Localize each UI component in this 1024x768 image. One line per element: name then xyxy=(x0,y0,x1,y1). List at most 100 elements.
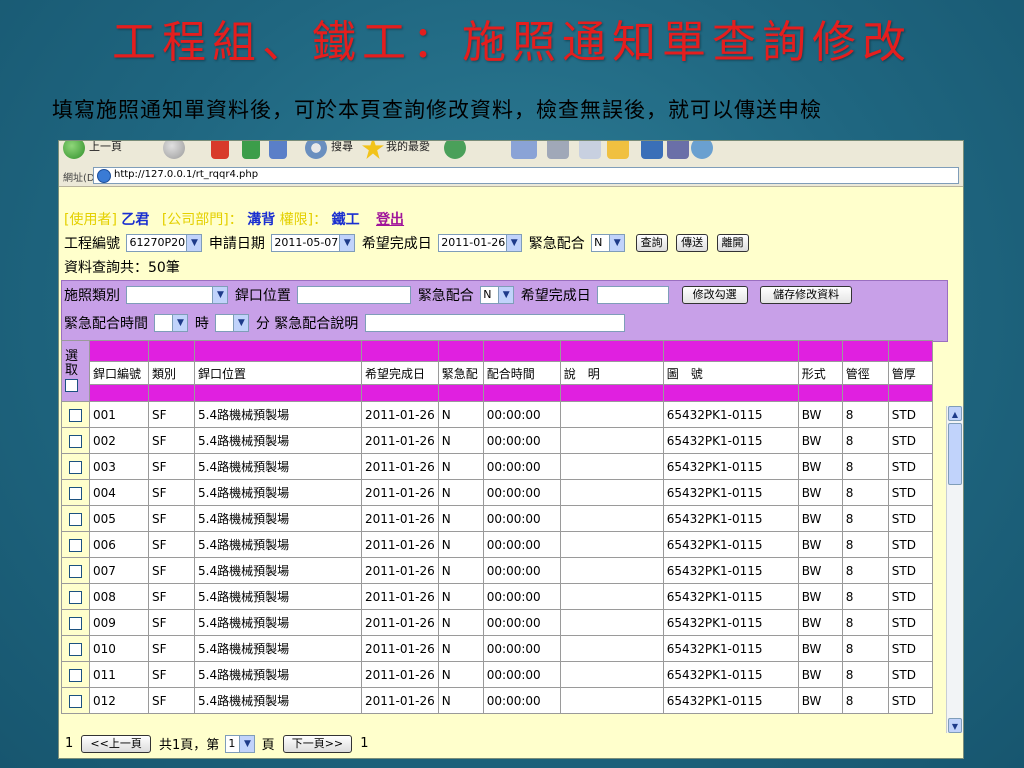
hour-select[interactable]: ▼ xyxy=(154,314,189,332)
row-checkbox[interactable] xyxy=(69,590,82,604)
vertical-scrollbar[interactable]: ▲ ▼ xyxy=(946,406,963,733)
table-cell: BW xyxy=(797,635,843,662)
table-row[interactable]: 009 SF 5.4路機械預製場 2011-01-26 N 00:00:00 65432PK… xyxy=(61,609,933,636)
urgent-note-input[interactable] xyxy=(364,314,625,332)
table-cell: SF xyxy=(148,453,195,480)
edit-icon[interactable] xyxy=(579,141,601,159)
table-cell xyxy=(559,401,664,428)
table-cell: 65432PK1-0115 xyxy=(662,531,799,558)
table-row[interactable]: 002 SF 5.4路機械預製場 2011-01-26 N 00:00:00 65432PK… xyxy=(61,427,933,454)
row-select-cell xyxy=(61,505,90,532)
table-cell: STD xyxy=(887,583,933,610)
row-checkbox[interactable] xyxy=(69,538,82,552)
modify-checked-button[interactable]: 修改勾選 xyxy=(681,286,748,304)
table-row[interactable]: 001 SF 5.4路機械預製場 2011-01-26 N 00:00:00 65432PK… xyxy=(61,401,933,428)
row-checkbox[interactable] xyxy=(69,616,82,630)
project-label: 工程編號 xyxy=(64,236,120,252)
urgent-select[interactable]: N ▼ xyxy=(591,234,626,252)
table-cell: 2011-01-26 xyxy=(361,557,439,584)
column-header: 管徑 xyxy=(841,361,889,385)
address-input[interactable]: http://127.0.0.1/rt_rqqr4.php xyxy=(93,167,959,184)
row-select-cell xyxy=(61,453,90,480)
apply-date-select[interactable]: 2011-05-07 ▼ xyxy=(271,234,356,252)
table-cell: 2011-01-26 xyxy=(361,479,439,506)
send-button[interactable]: 傳送 xyxy=(676,234,709,252)
table-cell: STD xyxy=(887,635,933,662)
folder-icon[interactable] xyxy=(607,141,629,159)
table-cell: BW xyxy=(797,687,843,714)
table-cell: N xyxy=(437,583,484,610)
select-all-checkbox[interactable] xyxy=(65,378,78,392)
column-header: 形式 xyxy=(797,361,843,385)
next-page-button[interactable]: 下一頁>> xyxy=(282,734,353,753)
table-cell xyxy=(559,479,664,506)
forward-icon[interactable] xyxy=(163,141,185,159)
leave-button[interactable]: 離開 xyxy=(716,234,749,252)
table-cell: 65432PK1-0115 xyxy=(662,635,799,662)
home-icon[interactable] xyxy=(269,141,287,159)
edit-hope-input[interactable] xyxy=(597,286,670,304)
tools-icon[interactable] xyxy=(691,141,713,159)
table-cell: 00:00:00 xyxy=(482,609,561,636)
row-checkbox[interactable] xyxy=(69,434,82,448)
research-icon[interactable] xyxy=(667,141,689,159)
table-cell: 00:00:00 xyxy=(482,505,561,532)
table-row[interactable]: 004 SF 5.4路機械預製場 2011-01-26 N 00:00:00 65432PK… xyxy=(61,479,933,506)
table-row[interactable]: 011 SF 5.4路機械預製場 2011-01-26 N 00:00:00 65432PK… xyxy=(61,661,933,688)
back-label[interactable]: 上一頁 xyxy=(89,141,122,154)
print-icon[interactable] xyxy=(547,141,569,159)
table-row[interactable]: 005 SF 5.4路機械預製場 2011-01-26 N 00:00:00 65432PK… xyxy=(61,505,933,532)
scroll-down-icon[interactable]: ▼ xyxy=(948,718,962,733)
hope-date-value: 2011-01-26 xyxy=(441,236,506,249)
prev-page-button[interactable]: <<上一頁 xyxy=(81,734,151,753)
table-cell: 8 xyxy=(841,583,889,610)
row-checkbox[interactable] xyxy=(69,408,82,422)
table-row[interactable]: 008 SF 5.4路機械預製場 2011-01-26 N 00:00:00 65432PK… xyxy=(61,583,933,610)
table-row[interactable]: 010 SF 5.4路機械預製場 2011-01-26 N 00:00:00 65432PK… xyxy=(61,635,933,662)
page-select[interactable]: 1 ▼ xyxy=(225,734,256,753)
back-icon[interactable] xyxy=(63,141,85,159)
row-checkbox[interactable] xyxy=(69,642,82,656)
search-icon[interactable] xyxy=(305,141,327,159)
mail-icon[interactable] xyxy=(511,141,537,159)
scroll-thumb[interactable] xyxy=(948,423,962,485)
refresh-icon[interactable] xyxy=(242,141,260,159)
edit-row-1: 施照類別 ▼ 銲口位置 緊急配合 N ▼ 希望完成日 修改勾選 儲存修改資料 xyxy=(64,285,853,309)
favorites-label[interactable]: 我的最愛 xyxy=(386,141,430,154)
scroll-up-icon[interactable]: ▲ xyxy=(948,406,962,421)
data-table: 選取 銲口編號 類別 銲口位置 希望完成日 緊急配 配合時間說 明圖 號形式 管徑 管厚 00… xyxy=(61,340,933,714)
row-checkbox[interactable] xyxy=(69,460,82,474)
table-cell: 009 xyxy=(89,609,149,636)
messenger-icon[interactable] xyxy=(641,141,663,159)
stop-icon[interactable] xyxy=(211,141,229,159)
browser-screenshot: 上一頁 搜尋 我的最愛 網址(D) http://127.0.0.1/rt_rq… xyxy=(58,140,964,759)
project-select[interactable]: 61270P20 ▼ xyxy=(126,234,203,252)
table-cell: 5.4路機械預製場 xyxy=(194,635,362,662)
table-cell xyxy=(559,583,664,610)
table-row[interactable]: 006 SF 5.4路機械預製場 2011-01-26 N 00:00:00 65432PK… xyxy=(61,531,933,558)
table-row[interactable]: 012 SF 5.4路機械預製場 2011-01-26 N 00:00:00 65432PK… xyxy=(61,687,933,714)
favorites-icon[interactable] xyxy=(362,141,384,159)
table-cell: N xyxy=(437,531,484,558)
history-icon[interactable] xyxy=(444,141,466,159)
logout-link[interactable]: 登出 xyxy=(376,212,404,228)
table-row[interactable]: 007 SF 5.4路機械預製場 2011-01-26 N 00:00:00 65432PK… xyxy=(61,557,933,584)
row-checkbox[interactable] xyxy=(69,486,82,500)
type-select[interactable]: ▼ xyxy=(126,286,229,304)
pos-input[interactable] xyxy=(297,286,412,304)
row-checkbox[interactable] xyxy=(69,512,82,526)
row-checkbox[interactable] xyxy=(69,668,82,682)
minute-select[interactable]: ▼ xyxy=(215,314,250,332)
hope-date-label: 希望完成日 xyxy=(361,236,432,252)
hope-date-select[interactable]: 2011-01-26 ▼ xyxy=(438,234,523,252)
search-label[interactable]: 搜尋 xyxy=(331,141,353,154)
table-row[interactable]: 003 SF 5.4路機械預製場 2011-01-26 N 00:00:00 65432PK… xyxy=(61,453,933,480)
edit-urgent-select[interactable]: N ▼ xyxy=(480,286,515,304)
save-changes-button[interactable]: 儲存修改資料 xyxy=(760,286,853,304)
perm-value: 鐵工 xyxy=(331,212,360,228)
row-checkbox[interactable] xyxy=(69,694,82,708)
row-checkbox[interactable] xyxy=(69,564,82,578)
table-cell: 008 xyxy=(89,583,149,610)
table-cell: 5.4路機械預製場 xyxy=(194,687,362,714)
query-button[interactable]: 查詢 xyxy=(635,234,668,252)
